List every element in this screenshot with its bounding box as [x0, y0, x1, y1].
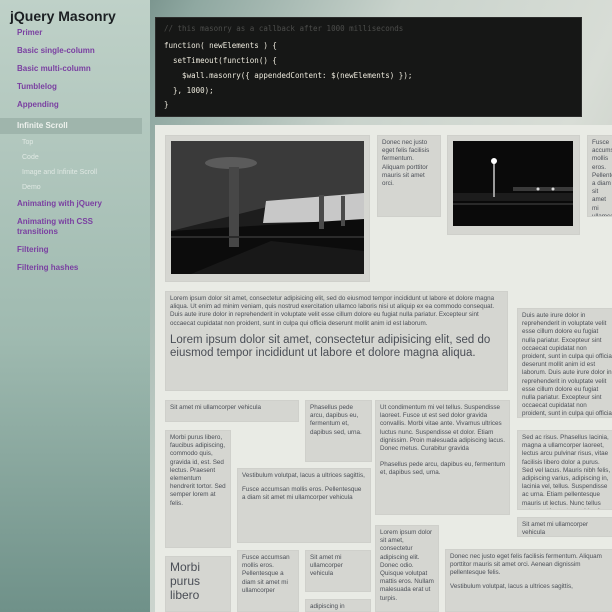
- masonry-item-photo-2: [447, 135, 580, 235]
- masonry-item-3-big-text: Lorem ipsum dolor sit amet, consectetur …: [170, 333, 491, 360]
- night-street-photo: [453, 141, 573, 226]
- infinite-scroll-subnav: Top Code Image and Infinite Scroll Demo: [0, 138, 150, 193]
- masonry-item-1: Donec nec justo eget felis facilisis fer…: [377, 135, 441, 217]
- masonry-item-16: adipiscing in: [305, 599, 371, 612]
- masonry-item-10-text-b: Fusce accumsan mollis eros. Pellentesque…: [242, 486, 362, 502]
- masonry-item-7: Ut condimentum mi vel tellus. Suspendiss…: [375, 400, 510, 515]
- nav-item-primer[interactable]: Primer: [0, 28, 150, 38]
- masonry-item-3-text: Lorem ipsum dolor sit amet, consectetur …: [170, 295, 495, 327]
- sidebar-nav: Primer Basic single-column Basic multi-c…: [0, 28, 150, 281]
- subnav-item-code[interactable]: Code: [0, 153, 150, 163]
- nav-item-appending[interactable]: Appending: [0, 100, 150, 110]
- masonry-item-7-text: Ut condimentum mi vel tellus. Suspendiss…: [380, 404, 505, 453]
- masonry-item-14: Fusce accumsan mollis eros. Pellentesque…: [237, 550, 299, 612]
- masonry-item-7-text-b: Phasellus pede arcu, dapibus eu, ferment…: [380, 461, 505, 477]
- masonry-item-11: Sit amet mi ullamcorper vehicula: [517, 517, 612, 537]
- masonry-item-6: Phasellus pede arcu, dapibus eu, ferment…: [305, 400, 372, 462]
- masonry-item-12: Lorem ipsum dolor sit amet, consectetur …: [375, 525, 439, 612]
- subnav-item-image-and-infinite-scroll[interactable]: Image and Infinite Scroll: [0, 168, 150, 178]
- masonry-container: Donec nec justo eget felis facilisis fer…: [155, 125, 612, 612]
- nav-item-basic-single-column[interactable]: Basic single-column: [0, 46, 150, 56]
- masonry-item-17-text: Morbi purus libero: [170, 560, 201, 602]
- nav-item-filtering[interactable]: Filtering: [0, 245, 150, 255]
- nav-item-basic-multi-column[interactable]: Basic multi-column: [0, 64, 150, 74]
- masonry-item-13: Donec nec justo eget felis facilisis fer…: [445, 549, 612, 612]
- code-line-1: function( newElements ) {: [164, 41, 277, 50]
- masonry-item-3: Lorem ipsum dolor sit amet, consectetur …: [165, 291, 508, 391]
- subnav-item-top[interactable]: Top: [0, 138, 150, 148]
- code-comment: // this masonry as a callback after 1000…: [164, 24, 404, 33]
- nav-item-tumblelog[interactable]: Tumblelog: [0, 82, 150, 92]
- code-block: // this masonry as a callback after 1000…: [155, 17, 582, 117]
- code-line-2: setTimeout(function() {: [164, 56, 277, 65]
- nav-item-infinite-scroll[interactable]: Infinite Scroll: [0, 118, 142, 134]
- masonry-item-10-text: Vestibulum volutpat, lacus a ultrices sa…: [242, 472, 365, 479]
- masonry-item-4: Duis aute irure dolor in reprehenderit i…: [517, 308, 612, 418]
- masonry-item-5: Sit amet mi ullamcorper vehicula: [165, 400, 299, 422]
- masonry-item-8: Sed ac risus. Phasellus lacinia, magna a…: [517, 430, 612, 510]
- subnav-item-demo[interactable]: Demo: [0, 183, 150, 193]
- code-line-4: }, 1000);: [164, 86, 214, 95]
- sidebar: jQuery Masonry Primer Basic single-colum…: [0, 0, 150, 612]
- masonry-item-15: Sit amet mi ullamcorper vehicula: [305, 550, 371, 592]
- nav-item-animating-with-jquery[interactable]: Animating with jQuery: [0, 199, 150, 209]
- masonry-item-9: Morbi purus libero, faucibus adipiscing,…: [165, 430, 231, 548]
- masonry-item-13-text-b: Vestibulum volutpat, lacus a ultrices sa…: [450, 582, 573, 590]
- concrete-underpass-photo: [171, 141, 364, 274]
- masonry-item-17: Morbi purus libero: [165, 556, 231, 612]
- code-line-5: }: [164, 100, 169, 109]
- masonry-item-2: Fusce accumsan mollis eros. Pellentesque…: [587, 135, 612, 217]
- nav-item-animating-with-css-transitions[interactable]: Animating with CSS transitions: [0, 217, 132, 237]
- masonry-item-photo-1: [165, 135, 370, 282]
- code-line-3: $wall.masonry({ appendedContent: $(newEl…: [164, 71, 413, 80]
- site-title: jQuery Masonry: [10, 8, 116, 24]
- nav-item-filtering-hashes[interactable]: Filtering hashes: [0, 263, 150, 273]
- masonry-item-10: Vestibulum volutpat, lacus a ultrices sa…: [237, 468, 371, 543]
- masonry-item-13-text: Donec nec justo eget felis facilisis fer…: [450, 553, 602, 577]
